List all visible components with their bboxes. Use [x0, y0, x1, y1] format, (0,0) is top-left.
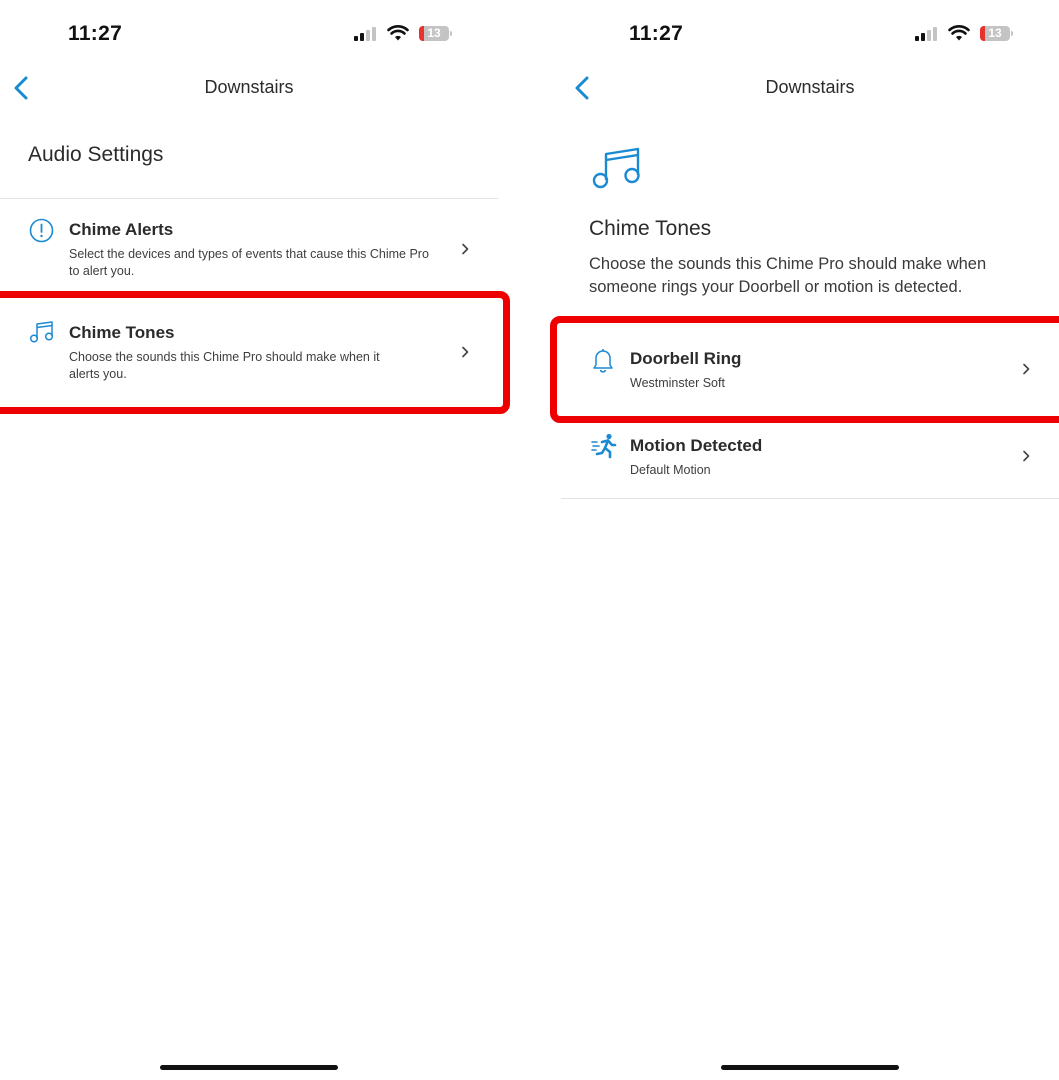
cellular-signal-icon	[915, 27, 941, 41]
home-indicator[interactable]	[160, 1065, 338, 1070]
item-subtitle: Select the devices and types of events t…	[69, 247, 429, 278]
battery-level: 13	[427, 26, 441, 40]
chevron-right-icon	[462, 243, 469, 255]
section-title: Audio Settings	[28, 143, 164, 166]
music-note-icon	[592, 147, 640, 189]
divider	[561, 498, 1059, 499]
cellular-signal-icon	[354, 27, 380, 41]
highlight-box	[550, 316, 1059, 423]
home-indicator[interactable]	[721, 1065, 899, 1070]
chevron-right-icon	[1023, 450, 1030, 462]
nav-title: Downstairs	[204, 77, 294, 97]
list-item-chime-alerts[interactable]: Chime Alerts Select the devices and type…	[0, 200, 498, 292]
info-circle-icon	[29, 218, 54, 243]
battery-icon: 13	[980, 26, 1010, 41]
wifi-icon	[387, 25, 409, 41]
list-item-motion-detected[interactable]: Motion Detected Default Motion	[561, 418, 1059, 498]
battery-cap	[450, 31, 452, 36]
highlight-box	[0, 291, 510, 414]
page-title: Chime Tones	[589, 217, 712, 240]
status-time: 11:27	[629, 22, 684, 45]
item-value: Default Motion	[630, 463, 711, 477]
status-time: 11:27	[68, 22, 123, 45]
item-title: Motion Detected	[630, 436, 763, 455]
item-title: Chime Alerts	[69, 220, 174, 239]
battery-icon: 13	[419, 26, 449, 41]
motion-runner-icon	[591, 433, 617, 459]
battery-level: 13	[988, 26, 1002, 40]
divider	[0, 198, 498, 199]
page-description: Choose the sounds this Chime Pro should …	[589, 255, 987, 296]
nav-title: Downstairs	[765, 77, 855, 97]
wifi-icon	[948, 25, 970, 41]
battery-cap	[1011, 31, 1013, 36]
